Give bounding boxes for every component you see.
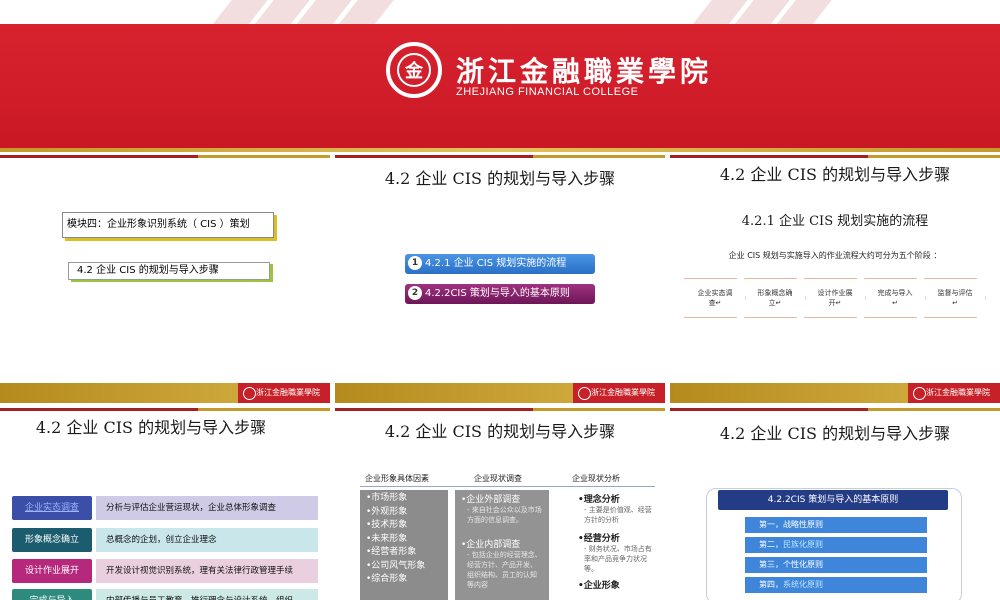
column-header: 企业现状分析 [572,474,620,483]
slide-title: 4.2 企业 CIS 的规划与导入步骤 [384,169,616,188]
slide-thumbnail-2[interactable]: 4.2 企业 CIS 的规划与导入步骤 浙江金融職業學院 [335,155,665,403]
principles-heading: 4.2.2CIS 策划与导入的基本原则 [718,490,948,510]
slide-top-bar [670,155,1000,158]
principle-item: 第二，民族化原则 [745,537,927,553]
process-text: 总概念的企划，创立企业理念 [96,528,318,552]
slide-footer: 浙江金融職業學院 [670,383,1000,403]
slide-title: 4.2 企业 CIS 的规划与导入步骤 [719,165,951,184]
slide-footer: 浙江金融職業學院 [335,383,665,403]
process-text: 分析与评估企业营运现状，企业总体形象调查 [96,496,318,520]
process-label: 设计作业展开 [12,559,92,583]
process-label[interactable]: 企业实态调查 [12,496,92,520]
factors-column: •市场形象 •外观形象 •技术形象 •未来形象 •经营者形象 •公司风气形象 •… [360,490,448,600]
principle-item: 第一，战略性原则 [745,517,927,533]
analysis-column: •理念分析 - 主要是价值观、经营方针的分析 •经营分析 - 财务状况、市场占有… [572,490,658,600]
slide-title: 4.2 企业 CIS 的规划与导入步骤 [719,424,951,443]
toc-item-1[interactable]: 1 4.2.1 企业 CIS 规划实施的流程 [405,254,595,274]
slide-subtitle: 4.2.1 企业 CIS 规划实施的流程 [741,214,929,229]
college-name-cn: 浙江金融職業學院 [456,55,713,88]
header-divider [360,486,655,487]
college-name-en: ZHEJIANG FINANCIAL COLLEGE [456,86,639,98]
process-label: 形象概念确立 [12,528,92,552]
presentation-overview: 金 浙江金融職業學院 ZHEJIANG FINANCIAL COLLEGE 浙江… [0,0,1000,600]
slide-top-bar [670,408,1000,411]
slide-top-bar [335,155,665,158]
principle-item: 第三，个性化原则 [745,557,927,573]
section-title: 4.2 企业 CIS 的规划与导入步骤 [68,262,270,280]
process-row: 形象概念确立 总概念的企划，创立企业理念 [12,528,318,552]
footer-logo: 浙江金融職業學院 [573,383,665,403]
slide-footer: 浙江金融職業學院 [0,383,330,403]
slide-top-bar [0,155,330,158]
process-row: 完成与导入 内部传播与员工教育，推行理念与设计系统，组织 [12,589,318,600]
principle-item: 第四，系统化原则 [745,577,927,593]
process-row: 企业实态调查 分析与评估企业营运现状，企业总体形象调查 [12,496,318,520]
survey-column: •企业外部调查 - 来自社会公众以及市场方面的信息调查。 •企业内部调查 - 包… [455,490,549,600]
footer-logo: 浙江金融職業學院 [238,383,330,403]
process-text: 开发设计视觉识别系统，理有关法律行政管理手续 [96,559,318,583]
hero-gold-line [0,148,1000,152]
footer-logo: 浙江金融職業學院 [908,383,1000,403]
module-title: 模块四：企业形象识别系统（ CIS ）策划 [62,212,274,238]
process-text: 内部传播与员工教育，推行理念与设计系统，组织 [96,589,318,600]
slide-top-bar [335,408,665,411]
college-emblem-icon: 金 [386,42,442,98]
process-row: 设计作业展开 开发设计视觉识别系统，理有关法律行政管理手续 [12,559,318,583]
slide-title: 4.2 企业 CIS 的规划与导入步骤 [384,422,616,441]
toc-item-2[interactable]: 2 4.2.2CIS 策划与导入的基本原则 [405,284,595,304]
column-header: 企业现状调查 [474,474,522,483]
hero-banner: 金 浙江金融職業學院 ZHEJIANG FINANCIAL COLLEGE [0,0,1000,152]
slide-description: 企业 CIS 规划与实施导入的作业流程大约可分为五个阶段 ： [728,251,942,260]
slide-top-bar [0,408,330,411]
column-header: 企业形象具体因素 [365,474,429,483]
process-label: 完成与导入 [12,589,92,600]
slide-title: 4.2 企业 CIS 的规划与导入步骤 [35,418,267,437]
